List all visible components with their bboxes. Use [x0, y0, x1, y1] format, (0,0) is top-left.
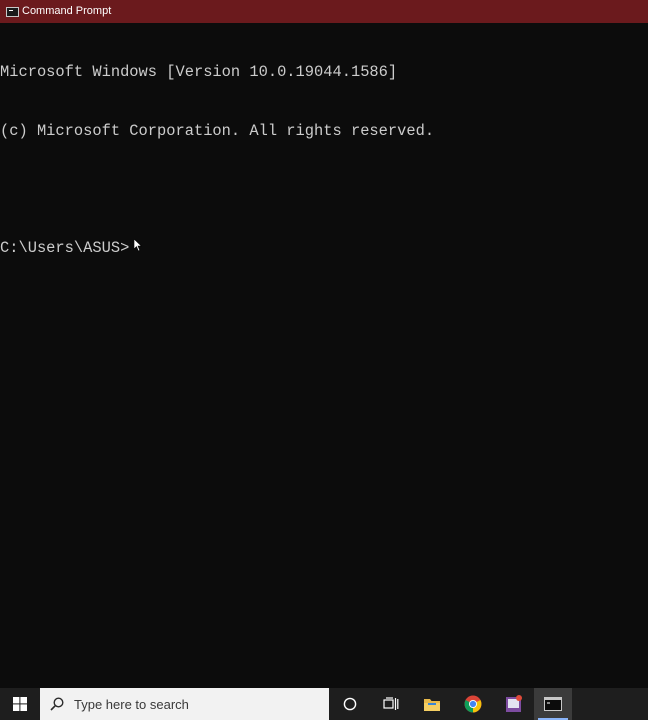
app-icon [505, 695, 522, 712]
console-line: Microsoft Windows [Version 10.0.19044.15… [0, 63, 398, 81]
command-prompt-taskbar-button[interactable] [534, 688, 572, 720]
start-button[interactable] [0, 688, 40, 720]
search-icon [50, 697, 64, 711]
taskbar-search-box[interactable]: Type here to search [40, 688, 329, 720]
taskbar: Type here to search [0, 688, 648, 720]
windows-logo-icon [13, 697, 27, 711]
task-view-button[interactable] [370, 688, 411, 720]
window-title: Command Prompt [22, 5, 112, 17]
cortana-button[interactable] [329, 688, 370, 720]
console-output[interactable]: Microsoft Windows [Version 10.0.19044.15… [0, 24, 648, 688]
console-line: (c) Microsoft Corporation. All rights re… [0, 121, 435, 140]
cmd-icon [6, 6, 19, 17]
window-title-bar[interactable]: Command Prompt [0, 0, 648, 23]
terminal-icon [544, 697, 562, 711]
console-prompt-line[interactable]: C:\Users\ASUS> [0, 238, 648, 259]
folder-icon [423, 698, 440, 711]
circle-icon [343, 697, 356, 711]
task-view-icon [382, 697, 398, 710]
file-explorer-button[interactable] [411, 688, 452, 720]
chrome-icon [464, 695, 481, 713]
app-button[interactable] [493, 688, 534, 720]
search-placeholder: Type here to search [74, 696, 189, 712]
command-prompt-text: C:\Users\ASUS> [0, 238, 130, 257]
chrome-button[interactable] [452, 688, 493, 720]
mouse-pointer-icon [129, 238, 143, 254]
